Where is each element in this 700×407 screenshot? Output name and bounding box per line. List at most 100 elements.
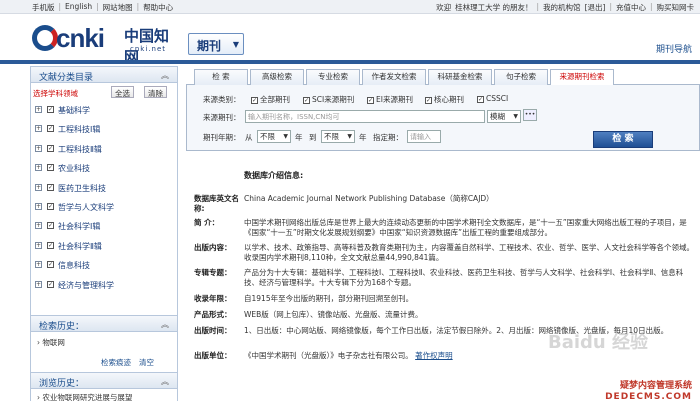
subject-name[interactable]: 社会科学Ⅰ辑 bbox=[58, 221, 100, 232]
clear-button[interactable]: 清除 bbox=[144, 86, 167, 98]
expand-icon[interactable]: + bbox=[35, 183, 42, 191]
subject-name[interactable]: 医药卫生科技 bbox=[58, 183, 106, 194]
source-journal-label: 来源期刊： bbox=[203, 113, 241, 122]
logo-net: cnki.net bbox=[130, 45, 166, 53]
expand-icon[interactable]: + bbox=[35, 164, 42, 172]
tab-professional-search[interactable]: 专业检索 bbox=[306, 69, 360, 85]
browse-history-header[interactable]: 浏览历史： ︽ bbox=[30, 372, 178, 389]
browse-history-title: 浏览历史： bbox=[39, 379, 85, 389]
search-history-title: 检索历史： bbox=[39, 322, 85, 332]
browse-item[interactable]: › 农业物联网研究进展与展望 bbox=[37, 392, 132, 401]
subject-checkbox[interactable]: ✓ bbox=[47, 144, 54, 152]
tab-author-search[interactable]: 作者发文检索 bbox=[362, 69, 426, 85]
browse-history-panel: › 农业物联网研究进展与展望 bbox=[30, 389, 178, 401]
institution-name: 桂林理工大学 的朋友！ bbox=[455, 3, 533, 12]
subject-item[interactable]: + ✓ 工程科技Ⅰ辑 bbox=[31, 120, 177, 139]
collapse-icon[interactable]: ︽ bbox=[161, 319, 169, 330]
subject-checkbox[interactable]: ✓ bbox=[47, 183, 54, 191]
expand-icon[interactable]: + bbox=[35, 222, 42, 230]
database-dropdown[interactable]: 期刊 ▼ bbox=[188, 33, 244, 55]
help-link[interactable]: 帮助中心 bbox=[143, 2, 173, 13]
subject-item[interactable]: + ✓ 信息科技 bbox=[31, 256, 177, 275]
journal-input[interactable]: 输入期刊名称，ISSN,CN均可 bbox=[245, 110, 485, 123]
subject-name[interactable]: 农业科技 bbox=[58, 163, 90, 174]
expand-icon[interactable]: + bbox=[35, 202, 42, 210]
journal-picker-button[interactable]: ••• bbox=[523, 109, 537, 121]
expand-icon[interactable]: + bbox=[35, 106, 42, 113]
match-mode-select[interactable]: 模糊 ▼ bbox=[487, 110, 521, 123]
history-item[interactable]: › 物联网 bbox=[37, 337, 65, 348]
all-journals-checkbox[interactable]: ✓ 全部期刊 bbox=[251, 94, 290, 105]
search-tabs: 检 索 高级检索 专业检索 作者发文检索 科研基金检索 句子检索 来源期刊检索 bbox=[186, 68, 700, 86]
tab-fund-search[interactable]: 科研基金检索 bbox=[428, 69, 492, 85]
ei-checkbox[interactable]: ✓ EI来源期刊 bbox=[367, 94, 413, 105]
subject-item[interactable]: + ✓ 社会科学Ⅰ辑 bbox=[31, 217, 177, 236]
search-history-header[interactable]: 检索历史： ︽ bbox=[30, 315, 178, 332]
subject-item[interactable]: + ✓ 经济与管理科学 bbox=[31, 276, 177, 295]
subject-checkbox[interactable]: ✓ bbox=[47, 106, 54, 113]
subject-name[interactable]: 社会科学Ⅱ辑 bbox=[58, 241, 102, 252]
journal-nav-link[interactable]: 期刊导航 bbox=[656, 42, 692, 55]
subject-item[interactable]: + ✓ 医药卫生科技 bbox=[31, 179, 177, 198]
subject-item[interactable]: + ✓ 工程科技Ⅱ辑 bbox=[31, 140, 177, 159]
english-link[interactable]: English bbox=[65, 2, 92, 13]
info-key: 专辑专题： bbox=[194, 268, 232, 277]
logout-link[interactable]: [退出] bbox=[585, 2, 606, 13]
expand-icon[interactable]: + bbox=[35, 125, 42, 133]
info-key: 简 介： bbox=[194, 218, 220, 227]
to-label: 到 bbox=[309, 133, 317, 142]
subject-checkbox[interactable]: ✓ bbox=[47, 241, 54, 249]
subject-name[interactable]: 基础科学 bbox=[58, 105, 90, 116]
subject-name[interactable]: 工程科技Ⅱ辑 bbox=[58, 144, 102, 155]
chevron-down-icon: ▼ bbox=[232, 40, 239, 49]
tab-advanced-search[interactable]: 高级检索 bbox=[250, 69, 304, 85]
subject-item[interactable]: + ✓ 社会科学Ⅱ辑 bbox=[31, 237, 177, 256]
clear-history-link[interactable]: 清空 bbox=[139, 357, 154, 368]
sci-checkbox[interactable]: ✓ SCI来源期刊 bbox=[303, 94, 354, 105]
search-button[interactable]: 检 索 bbox=[593, 131, 653, 148]
subject-name[interactable]: 信息科技 bbox=[58, 260, 90, 271]
sitemap-link[interactable]: 网站地图 bbox=[103, 2, 133, 13]
select-all-button[interactable]: 全选 bbox=[111, 86, 134, 98]
expand-icon[interactable]: + bbox=[35, 280, 42, 288]
subject-name[interactable]: 哲学与人文科学 bbox=[58, 202, 114, 213]
from-year-select[interactable]: 不限 ▼ bbox=[257, 130, 291, 143]
search-trace-link[interactable]: 检索痕迹 bbox=[101, 357, 131, 368]
core-checkbox[interactable]: ✓ 核心期刊 bbox=[425, 94, 464, 105]
copyright-link[interactable]: 著作权声明 bbox=[415, 351, 453, 360]
mobile-link[interactable]: 手机版 bbox=[32, 2, 55, 13]
subject-panel-title: 文献分类目录 bbox=[39, 73, 94, 83]
subject-item[interactable]: + ✓ 基础科学 bbox=[31, 101, 177, 120]
subject-checkbox[interactable]: ✓ bbox=[47, 280, 54, 288]
expand-icon[interactable]: + bbox=[35, 261, 42, 269]
issue-input[interactable]: 请输入 bbox=[407, 130, 441, 143]
subject-panel-header[interactable]: 文献分类目录 ︽ bbox=[30, 66, 178, 83]
subject-name[interactable]: 经济与管理科学 bbox=[58, 280, 114, 291]
subject-checkbox[interactable]: ✓ bbox=[47, 164, 54, 172]
subject-name[interactable]: 工程科技Ⅰ辑 bbox=[58, 124, 100, 135]
cssci-checkbox[interactable]: ✓ CSSCI bbox=[477, 94, 508, 103]
tab-source-journal-search[interactable]: 来源期刊检索 bbox=[550, 69, 614, 86]
subject-item[interactable]: + ✓ 农业科技 bbox=[31, 159, 177, 178]
tab-search[interactable]: 检 索 bbox=[194, 69, 248, 85]
to-year-select[interactable]: 不限 ▼ bbox=[321, 130, 355, 143]
info-key: 收录年限： bbox=[194, 294, 232, 303]
tab-sentence-search[interactable]: 句子检索 bbox=[494, 69, 548, 85]
my-institution-link[interactable]: 我的机构馆 bbox=[543, 2, 581, 13]
collapse-icon[interactable]: ︽ bbox=[161, 376, 169, 387]
recharge-link[interactable]: 充值中心 bbox=[616, 2, 646, 13]
top-bar-right-links: 欢迎 桂林理工大学 的朋友！ | 我的机构馆 [退出] | 充值中心 | 购买知网卡 bbox=[436, 2, 695, 13]
info-key: 出版内容： bbox=[194, 243, 232, 252]
collapse-icon[interactable]: ︽ bbox=[161, 70, 169, 81]
subject-checkbox[interactable]: ✓ bbox=[47, 125, 54, 133]
subject-item[interactable]: + ✓ 哲学与人文科学 bbox=[31, 198, 177, 217]
subject-checkbox[interactable]: ✓ bbox=[47, 202, 54, 210]
cnki-logo[interactable]: cnki 中国知网 cnki.net bbox=[32, 21, 182, 66]
expand-icon[interactable]: + bbox=[35, 144, 42, 152]
buy-card-link[interactable]: 购买知网卡 bbox=[657, 2, 695, 13]
cnki-logo-mark bbox=[32, 25, 58, 51]
subject-checkbox[interactable]: ✓ bbox=[47, 222, 54, 230]
subject-checkbox[interactable]: ✓ bbox=[47, 261, 54, 269]
subject-pick-row: 选择学科领域 全选 清除 bbox=[31, 83, 177, 101]
expand-icon[interactable]: + bbox=[35, 241, 42, 249]
